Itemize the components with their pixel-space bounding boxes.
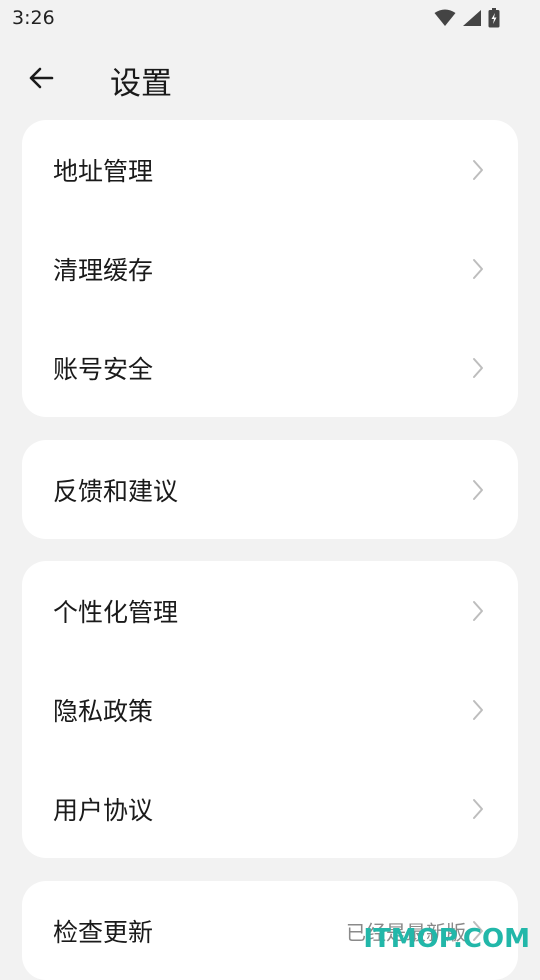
wifi-icon	[434, 9, 456, 26]
settings-item-label: 用户协议	[53, 795, 154, 825]
settings-item-label: 账号安全	[53, 354, 154, 384]
status-time: 3:26	[12, 7, 55, 29]
status-icons	[434, 8, 500, 28]
settings-item-label: 反馈和建议	[53, 476, 179, 506]
settings-item-label: 清理缓存	[53, 255, 154, 285]
page-title: 设置	[110, 66, 172, 102]
status-bar: 3:26	[0, 0, 540, 36]
signal-icon	[463, 10, 481, 26]
chevron-right-icon	[473, 600, 483, 621]
settings-item-personalization[interactable]: 个性化管理	[22, 561, 518, 660]
chevron-right-icon	[473, 357, 483, 378]
settings-item-address-management[interactable]: 地址管理	[22, 120, 518, 219]
back-button[interactable]	[18, 60, 64, 96]
chevron-right-icon	[473, 159, 483, 180]
chevron-right-icon	[473, 258, 483, 279]
settings-item-label: 地址管理	[53, 156, 154, 186]
settings-group-privacy: 个性化管理 隐私政策 用户协议	[22, 561, 518, 858]
chevron-right-icon	[473, 699, 483, 720]
settings-item-label: 检查更新	[53, 917, 154, 947]
app-bar: 设置	[0, 46, 540, 110]
settings-item-clear-cache[interactable]: 清理缓存	[22, 219, 518, 318]
watermark: ITMOP.COM	[363, 924, 530, 954]
arrow-left-icon	[29, 67, 54, 89]
settings-item-feedback[interactable]: 反馈和建议	[22, 440, 518, 539]
settings-item-label: 个性化管理	[53, 597, 179, 627]
settings-group-feedback: 反馈和建议	[22, 440, 518, 539]
battery-charging-icon	[488, 8, 500, 28]
settings-item-privacy-policy[interactable]: 隐私政策	[22, 660, 518, 759]
settings-item-account-security[interactable]: 账号安全	[22, 318, 518, 417]
chevron-right-icon	[473, 479, 483, 500]
settings-item-label: 隐私政策	[53, 696, 154, 726]
settings-group-account: 地址管理 清理缓存 账号安全	[22, 120, 518, 417]
chevron-right-icon	[473, 798, 483, 819]
settings-item-user-agreement[interactable]: 用户协议	[22, 759, 518, 858]
